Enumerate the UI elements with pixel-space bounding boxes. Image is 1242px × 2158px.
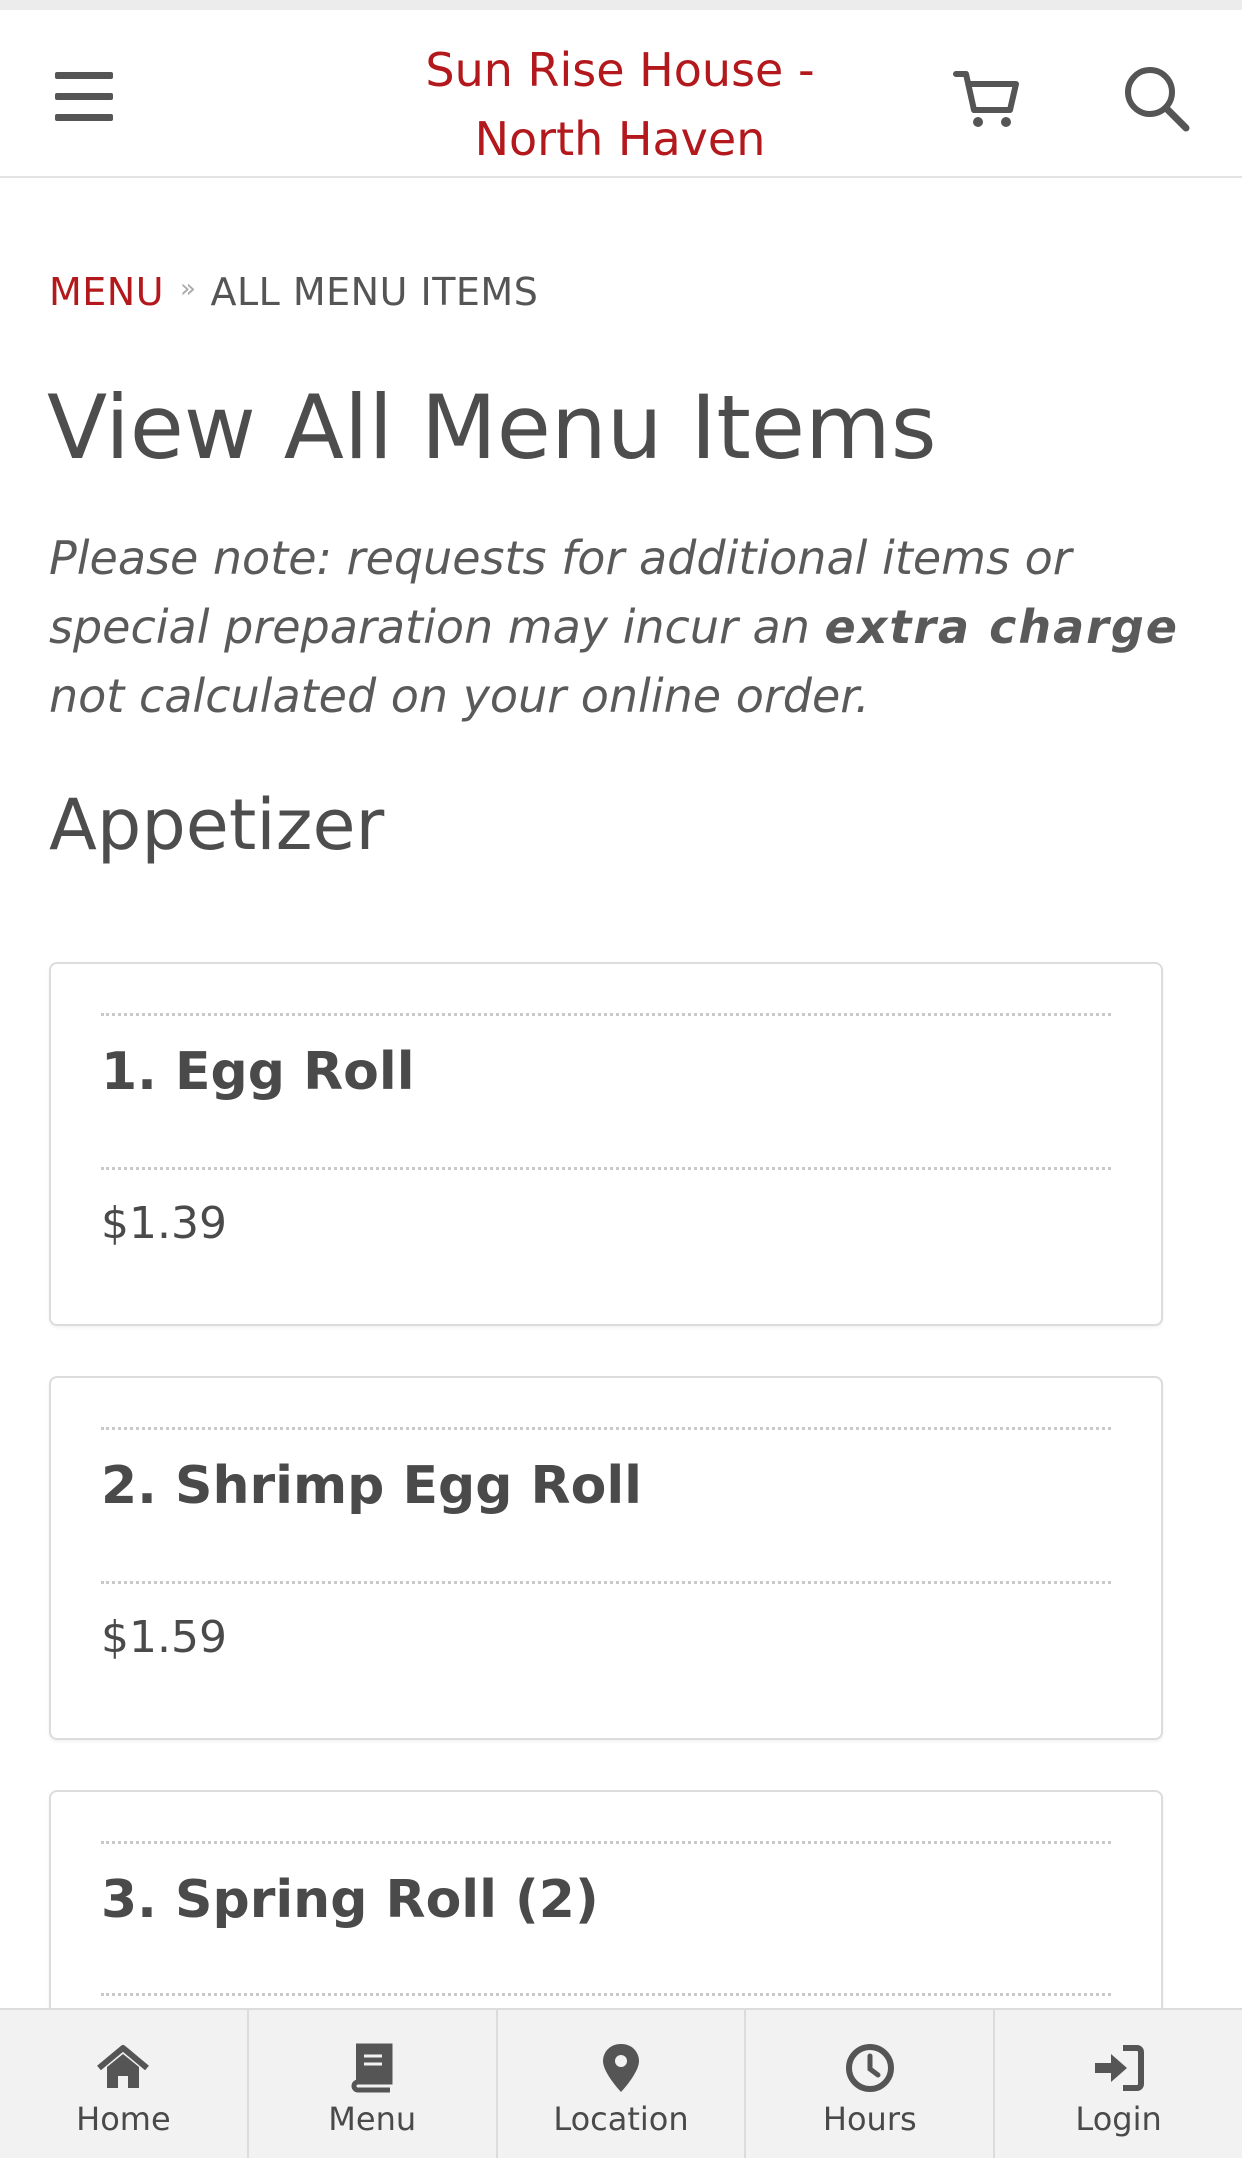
restaurant-title-line2: North Haven <box>474 112 766 166</box>
divider <box>101 1013 1111 1016</box>
breadcrumb: MENU » ALL MENU ITEMS <box>49 270 538 314</box>
divider <box>101 1167 1111 1170</box>
nav-hours[interactable]: Hours <box>744 2010 993 2158</box>
nav-location[interactable]: Location <box>495 2010 745 2158</box>
breadcrumb-menu-link[interactable]: MENU <box>49 270 164 314</box>
nav-login-label: Login <box>1075 2100 1162 2138</box>
divider <box>101 1841 1111 1844</box>
nav-home[interactable]: Home <box>0 2010 247 2158</box>
search-icon[interactable] <box>1122 64 1192 134</box>
bottom-nav: Home Menu Location Hours Login <box>0 2008 1242 2158</box>
section-title: Appetizer <box>49 784 385 866</box>
map-pin-icon <box>602 2044 639 2092</box>
home-icon <box>97 2045 150 2088</box>
book-icon <box>351 2043 393 2093</box>
divider <box>101 1993 1111 1996</box>
menu-item-card[interactable]: 2. Shrimp Egg Roll $1.59 <box>49 1376 1163 1740</box>
restaurant-title[interactable]: Sun Rise House - North Haven <box>380 36 860 174</box>
nav-location-label: Location <box>553 2100 689 2138</box>
menu-item-name[interactable]: 2. Shrimp Egg Roll <box>101 1456 642 1516</box>
nav-menu-label: Menu <box>328 2100 417 2138</box>
menu-item-name[interactable]: 1. Egg Roll <box>101 1042 415 1102</box>
page-title: View All Menu Items <box>47 376 937 479</box>
divider <box>101 1581 1111 1584</box>
menu-item-price: $1.59 <box>101 1612 227 1663</box>
menu-item-price: $1.39 <box>101 1198 227 1249</box>
order-note: Please note: requests for additional ite… <box>49 524 1199 731</box>
site-header: Sun Rise House - North Haven <box>0 10 1242 178</box>
cart-icon[interactable] <box>952 64 1022 134</box>
nav-home-label: Home <box>76 2100 171 2138</box>
menu-item-card[interactable]: 1. Egg Roll $1.39 <box>49 962 1163 1326</box>
divider <box>101 1427 1111 1430</box>
order-note-emphasis: extra charge <box>824 600 1179 654</box>
breadcrumb-current: ALL MENU ITEMS <box>210 270 539 314</box>
menu-item-name[interactable]: 3. Spring Roll (2) <box>101 1870 599 1930</box>
order-note-text-end: not calculated on your online order. <box>49 669 870 723</box>
nav-menu[interactable]: Menu <box>246 2010 496 2158</box>
nav-login[interactable]: Login <box>993 2010 1242 2158</box>
restaurant-title-line1: Sun Rise House - <box>425 43 815 97</box>
menu-icon[interactable] <box>55 72 113 122</box>
breadcrumb-separator: » <box>180 274 197 304</box>
login-icon <box>1094 2045 1144 2091</box>
nav-hours-label: Hours <box>822 2100 917 2138</box>
clock-icon <box>845 2044 894 2092</box>
top-strip <box>0 0 1242 10</box>
